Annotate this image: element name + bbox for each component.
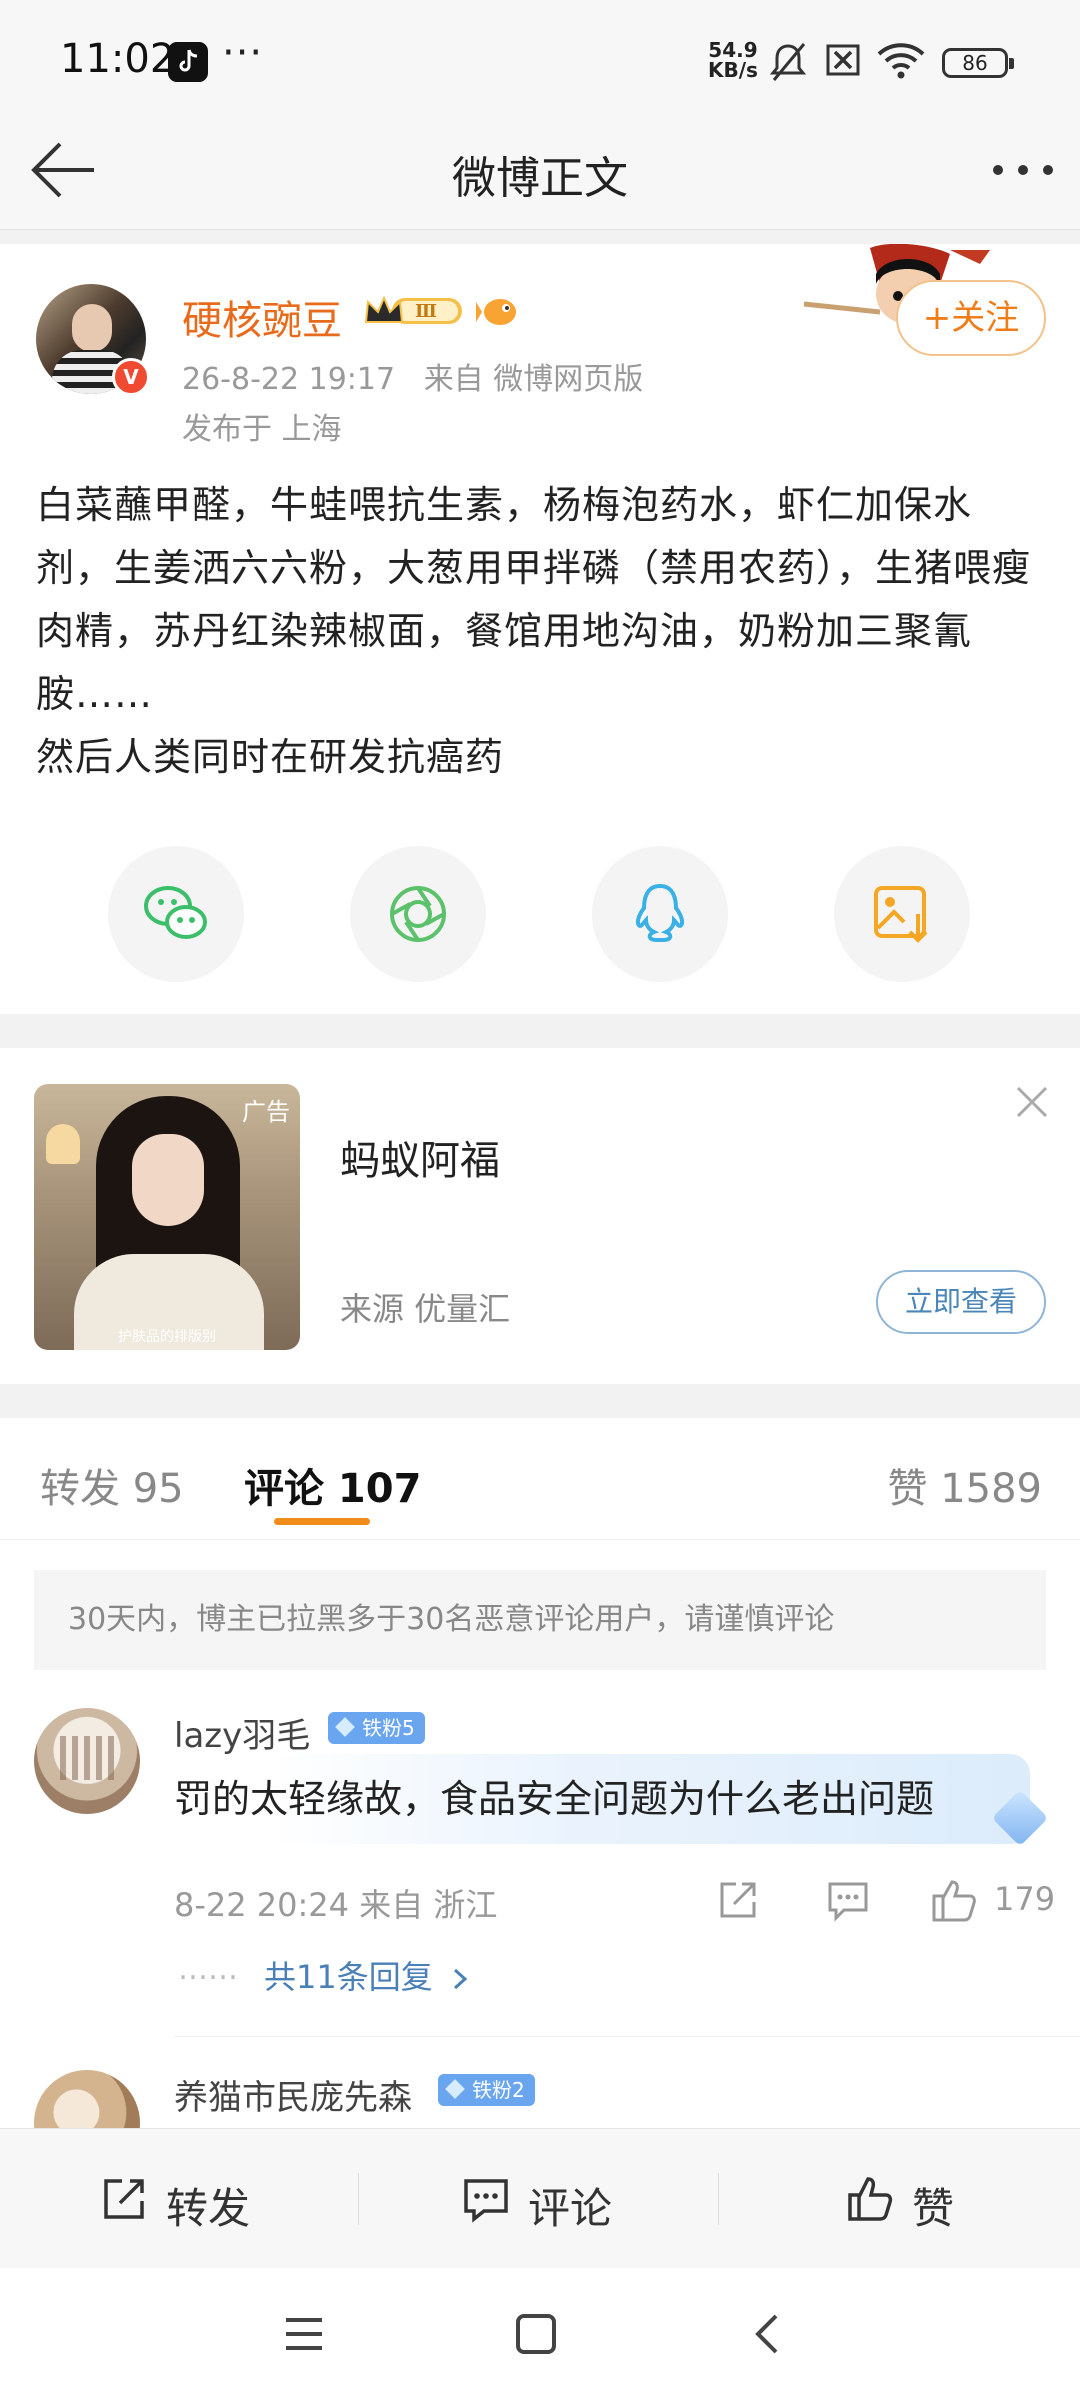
verified-badge: V xyxy=(112,358,150,396)
ad-title[interactable]: 蚂蚁阿福 xyxy=(340,1128,500,1186)
system-nav-bar xyxy=(0,2268,1080,2400)
ad-view-button[interactable]: 立即查看 xyxy=(876,1270,1046,1334)
share-moments-button[interactable] xyxy=(350,846,486,982)
repost-button[interactable]: 转发 xyxy=(100,2129,300,2269)
ad-image[interactable]: 广告 护肤品的排版别 xyxy=(34,1084,300,1350)
author-name[interactable]: 硬核豌豆 xyxy=(182,288,342,346)
share-qq-button[interactable] xyxy=(592,846,728,982)
repost-label: 转发 xyxy=(166,2184,251,2233)
avatar-face xyxy=(72,304,112,352)
post-source: 来自 微博网页版 xyxy=(423,362,644,397)
battery-icon: 86 xyxy=(942,48,1014,78)
status-bar: 11:02 ··· 54.9 KB/s 86 xyxy=(0,0,1080,110)
ad-image-lamp xyxy=(46,1124,80,1164)
wechat-icon xyxy=(144,886,207,939)
author-avatar[interactable]: V xyxy=(36,284,150,396)
repost-comment-icon[interactable] xyxy=(716,1878,760,1922)
back-icon[interactable] xyxy=(744,2310,792,2358)
share-wechat-button[interactable] xyxy=(108,846,244,982)
level-badge-text: Ⅲ xyxy=(415,301,437,322)
comment-text[interactable]: 罚的太轻缘故，食品安全问题为什么老出问题 xyxy=(174,1768,934,1823)
ad-card[interactable]: 广告 护肤品的排版别 蚂蚁阿福 来源 优量汇 立即查看 xyxy=(0,1048,1080,1384)
close-icon[interactable] xyxy=(1010,1080,1054,1124)
repost-icon xyxy=(104,2179,144,2219)
active-tab-indicator xyxy=(274,1518,370,1525)
save-image-button[interactable] xyxy=(834,846,970,982)
post-text-paragraph: 白菜蘸甲醛，牛蛙喂抗生素，杨梅泡药水，虾仁加保水剂，生姜洒六六粉，大葱用甲拌磷（… xyxy=(36,483,1032,716)
ad-tag: 广告 xyxy=(242,1098,290,1126)
comment-notice: 30天内，博主已拉黑多于30名恶意评论用户，请谨慎评论 xyxy=(34,1570,1046,1670)
commenter-avatar[interactable] xyxy=(34,2070,140,2128)
tab-reposts[interactable]: 转发 95 xyxy=(40,1456,184,1514)
post-text-paragraph: 然后人类同时在研发抗癌药 xyxy=(36,735,505,779)
view-replies-link[interactable]: 共11条回复 xyxy=(264,1952,471,1998)
replies-dots: …… xyxy=(178,1952,238,1987)
network-speed-value: 54.9 xyxy=(708,38,758,62)
page-title: 微博正文 xyxy=(452,153,628,204)
sim-blocked-icon xyxy=(826,44,860,76)
comment-button[interactable]: 评论 xyxy=(462,2129,662,2269)
commenter-name[interactable]: lazy羽毛 xyxy=(174,1708,310,1757)
comment-meta: 8-22 20:24 来自 浙江 xyxy=(174,1886,498,1924)
home-icon[interactable] xyxy=(512,2310,560,2358)
fish-badge-icon[interactable] xyxy=(476,288,520,332)
save-image-icon xyxy=(874,886,928,943)
menu-icon[interactable] xyxy=(280,2310,328,2358)
comments-section: 转发 95 评论 107 赞 1589 30天内，博主已拉黑多于30名恶意评论用… xyxy=(0,1418,1080,2128)
ad-image-face xyxy=(132,1134,204,1226)
network-speed-unit: KB/s xyxy=(708,58,758,82)
top-nav-bar: 微博正文 xyxy=(0,110,1080,230)
more-dots-icon[interactable] xyxy=(988,140,1058,200)
moments-icon xyxy=(390,886,446,942)
tab-likes[interactable]: 赞 1589 xyxy=(887,1456,1042,1514)
post-body: 白菜蘸甲醛，牛蛙喂抗生素，杨梅泡药水，虾仁加保水剂，生姜洒六六粉，大葱用甲拌磷（… xyxy=(36,474,1046,789)
reply-comment-icon[interactable] xyxy=(826,1878,870,1922)
network-speed: 54.9 KB/s xyxy=(708,40,758,80)
follow-button[interactable]: +关注 xyxy=(896,280,1046,356)
action-divider xyxy=(358,2173,359,2225)
like-count: 179 xyxy=(994,1880,1056,1918)
fan-badge: 铁粉5 xyxy=(328,1712,425,1744)
tab-bar: 转发 95 评论 107 赞 1589 xyxy=(0,1418,1080,1540)
tab-comments[interactable]: 评论 107 xyxy=(244,1456,421,1514)
post-location: 发布于 上海 xyxy=(182,412,342,447)
comment-label: 评论 xyxy=(528,2184,613,2233)
commenter-avatar[interactable] xyxy=(34,1708,140,1814)
commenter-name[interactable]: 养猫市民庞先森 xyxy=(174,2070,412,2119)
comment-divider xyxy=(174,2036,1080,2037)
like-button[interactable]: 赞 xyxy=(846,2129,1006,2269)
thumbs-up-icon xyxy=(848,2177,893,2221)
chevron-right-icon xyxy=(453,1968,468,1990)
status-time: 11:02 xyxy=(60,36,176,82)
ad-image-caption: 护肤品的排版别 xyxy=(118,1329,216,1345)
view-replies-label: 共11条回复 xyxy=(264,1958,433,1996)
action-divider xyxy=(718,2173,719,2225)
status-more-dots: ··· xyxy=(222,30,264,76)
like-label: 赞 xyxy=(912,2184,955,2233)
crown-level-badge-icon[interactable]: Ⅲ xyxy=(362,292,468,330)
share-row xyxy=(0,846,1080,986)
thumbs-up-icon[interactable] xyxy=(930,1878,978,1922)
post-card: V 硬核豌豆 Ⅲ 26-8-22 19:17 来自 微博网页版 发布于 上海 +… xyxy=(0,244,1080,1014)
mute-icon xyxy=(769,43,807,81)
comment-icon xyxy=(464,2179,508,2223)
wifi-icon xyxy=(877,43,925,79)
post-datetime: 26-8-22 19:17 xyxy=(182,362,396,397)
fan-badge: 铁粉2 xyxy=(438,2074,535,2106)
ad-source: 来源 优量汇 xyxy=(340,1290,511,1328)
post-meta: 26-8-22 19:17 来自 微博网页版 xyxy=(182,354,643,398)
bottom-action-bar: 转发 评论 赞 xyxy=(0,2128,1080,2268)
qq-icon xyxy=(635,883,685,942)
tiktok-icon xyxy=(168,42,208,82)
